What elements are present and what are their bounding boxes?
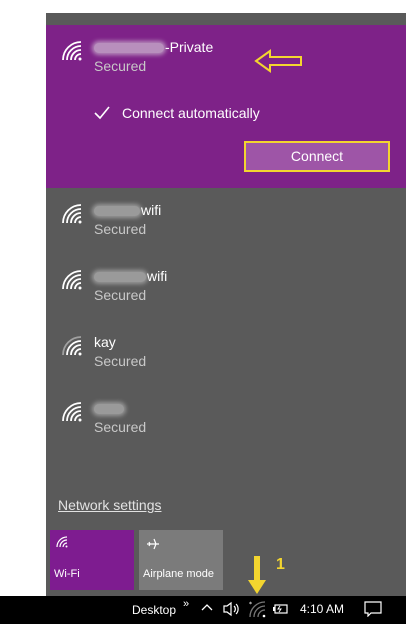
toolbar-expand-chevron[interactable]: » [183, 598, 189, 610]
redacted-text [94, 43, 164, 54]
network-name: -Private [94, 39, 213, 55]
network-name: wifi [94, 268, 167, 284]
desktop-toolbar-label[interactable]: Desktop [132, 603, 176, 617]
airplane-mode-quick-action-label: Airplane mode [143, 568, 214, 580]
network-tray-icon[interactable]: * [248, 600, 266, 618]
annotation-arrow-left-icon [254, 49, 302, 73]
clock-time[interactable]: 4:10 AM [300, 602, 344, 616]
network-item[interactable]: kay Secured [46, 320, 406, 386]
taskbar: Desktop » * 4:10 AM [0, 596, 406, 624]
network-status: Secured [94, 287, 147, 303]
network-status: Secured [94, 58, 147, 74]
connect-automatically-label: Connect automatically [122, 105, 260, 121]
show-hidden-icons-chevron-icon[interactable] [201, 601, 213, 613]
redacted-text [94, 404, 124, 415]
network-item[interactable]: wifi Secured [46, 188, 406, 254]
airplane-icon [147, 538, 159, 550]
network-flyout: -Private Secured Connect automatically C… [46, 13, 406, 596]
svg-text:*: * [249, 601, 252, 608]
airplane-mode-quick-action[interactable]: Airplane mode [139, 530, 223, 590]
network-item[interactable]: Secured [46, 386, 406, 452]
annotation-step-number: 1 [276, 556, 285, 573]
redacted-text [94, 206, 140, 217]
action-center-icon[interactable] [364, 601, 382, 617]
wifi-signal-icon [60, 202, 84, 226]
network-status: Secured [94, 221, 147, 237]
battery-icon[interactable] [271, 602, 289, 616]
wifi-signal-icon [60, 39, 84, 63]
connect-button[interactable]: Connect [244, 141, 390, 172]
wifi-quick-action[interactable]: Wi-Fi [50, 530, 134, 590]
network-status: Secured [94, 353, 147, 369]
network-name [94, 400, 125, 416]
wifi-signal-icon [60, 268, 84, 292]
network-name: kay [94, 334, 116, 350]
wifi-quick-action-label: Wi-Fi [54, 568, 80, 580]
wifi-signal-icon [60, 334, 84, 358]
wifi-icon [56, 536, 68, 548]
redacted-text [94, 272, 146, 283]
annotation-arrow-down-icon [248, 556, 266, 594]
volume-icon[interactable] [222, 601, 242, 617]
network-settings-link[interactable]: Network settings [58, 497, 161, 513]
wifi-signal-icon [60, 400, 84, 424]
network-name: wifi [94, 202, 161, 218]
network-status: Secured [94, 419, 147, 435]
network-item[interactable]: wifi Secured [46, 254, 406, 320]
network-item-selected[interactable]: -Private Secured Connect automatically C… [46, 25, 406, 188]
checkmark-icon [94, 106, 110, 120]
